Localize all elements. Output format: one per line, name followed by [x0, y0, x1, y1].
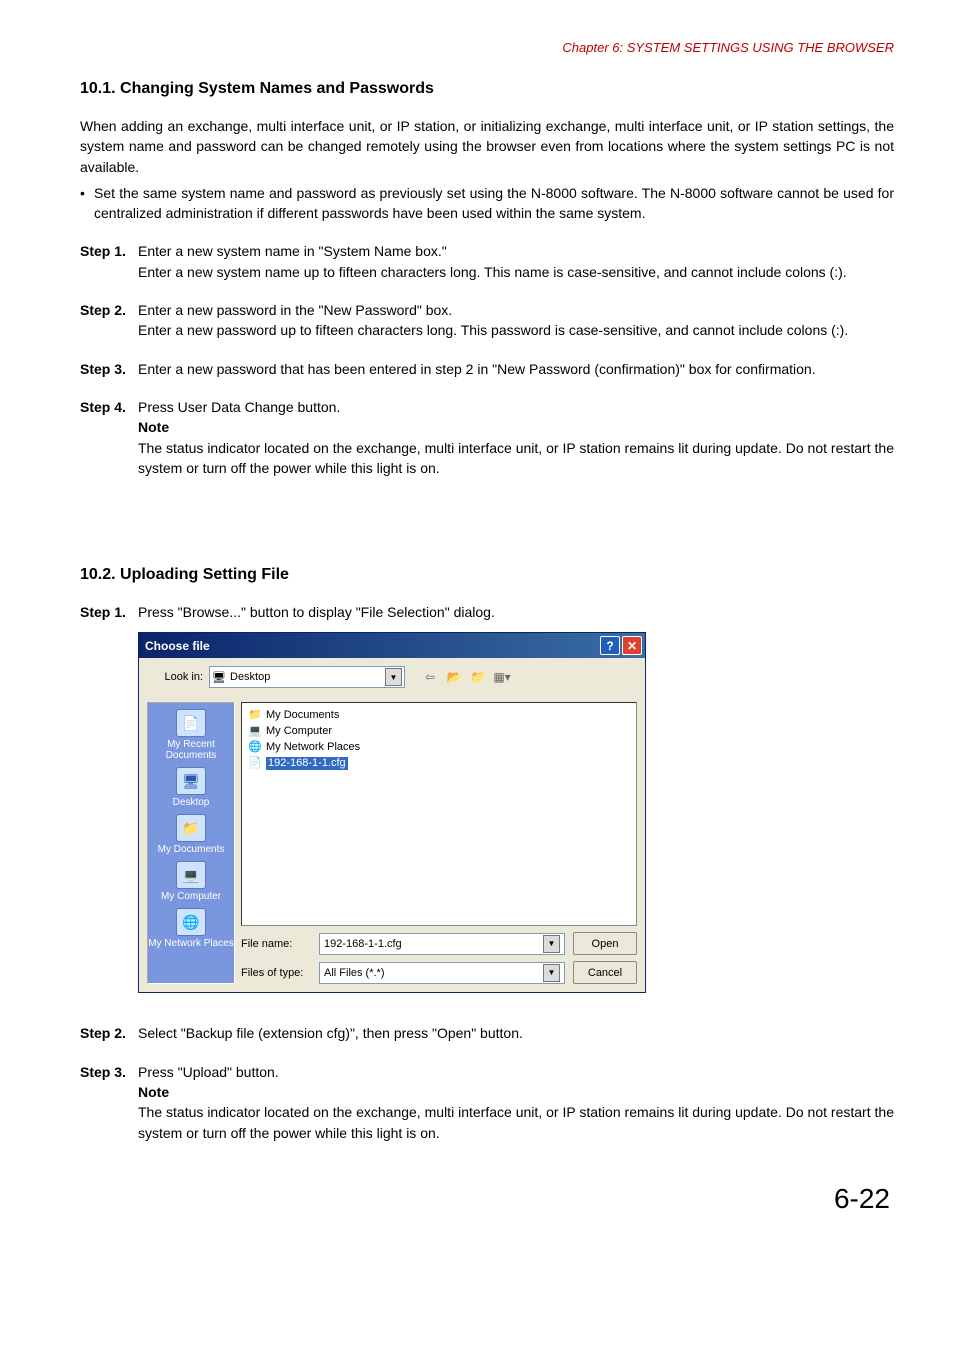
bullet-item: • Set the same system name and password …	[80, 183, 894, 224]
step-text: Enter a new password up to fifteen chara…	[138, 320, 894, 340]
desktop-icon: 🖥	[176, 767, 206, 795]
lookin-label: Look in:	[147, 671, 203, 683]
lookin-combo[interactable]: 🖥 Desktop ▼	[209, 666, 405, 688]
view-menu-icon[interactable]: ▦▾	[493, 668, 511, 686]
file-name: My Documents	[266, 709, 339, 722]
note-label: Note	[138, 417, 894, 437]
step-101-3: Step 3. Enter a new password that has be…	[80, 359, 894, 379]
section-101-title: 10.1. Changing System Names and Password…	[80, 80, 894, 98]
filename-label: File name:	[241, 938, 311, 950]
open-button[interactable]: Open	[573, 932, 637, 955]
step-text: Press "Browse..." button to display "Fil…	[138, 602, 894, 622]
cancel-button[interactable]: Cancel	[573, 961, 637, 984]
place-label: My Computer	[161, 891, 221, 902]
file-name: My Network Places	[266, 741, 360, 754]
step-label: Step 1.	[80, 241, 138, 282]
note-text: The status indicator located on the exch…	[138, 1102, 894, 1143]
computer-icon: 💻	[248, 724, 262, 738]
lookin-value: Desktop	[230, 671, 381, 683]
filetype-combo[interactable]: All Files (*.*) ▼	[319, 962, 565, 984]
section-102-title: 10.2. Uploading Setting File	[80, 566, 894, 584]
close-button[interactable]: ✕	[622, 636, 642, 655]
step-text: Enter a new password in the "New Passwor…	[138, 300, 894, 320]
list-item[interactable]: 📁 My Documents	[246, 707, 632, 723]
dialog-title: Choose file	[145, 639, 598, 653]
file-list[interactable]: 📁 My Documents 💻 My Computer 🌐 My Networ…	[241, 702, 637, 926]
file-name: My Computer	[266, 725, 332, 738]
step-102-2: Step 2. Select "Backup file (extension c…	[80, 1023, 894, 1043]
step-label: Step 3.	[80, 359, 138, 379]
list-item[interactable]: 📄 192-168-1-1.cfg	[246, 755, 632, 771]
step-label: Step 2.	[80, 300, 138, 341]
computer-icon: 💻	[176, 861, 206, 889]
note-label: Note	[138, 1082, 894, 1102]
place-network[interactable]: 🌐 My Network Places	[148, 908, 234, 949]
dropdown-icon[interactable]: ▼	[385, 668, 402, 686]
place-desktop[interactable]: 🖥 Desktop	[173, 767, 210, 808]
dialog-titlebar[interactable]: Choose file ? ✕	[139, 633, 645, 658]
note-text: The status indicator located on the exch…	[138, 438, 894, 479]
documents-icon: 📁	[176, 814, 206, 842]
file-name: 192-168-1-1.cfg	[266, 757, 348, 770]
place-label: My Network Places	[148, 938, 234, 949]
step-label: Step 1.	[80, 602, 138, 622]
new-folder-icon[interactable]: 📁	[469, 668, 487, 686]
place-documents[interactable]: 📁 My Documents	[158, 814, 225, 855]
filename-input[interactable]: 192-168-1-1.cfg ▼	[319, 933, 565, 955]
place-recent[interactable]: 📄 My Recent Documents	[148, 709, 234, 761]
step-102-1: Step 1. Press "Browse..." button to disp…	[80, 602, 894, 622]
bullet-text: Set the same system name and password as…	[94, 183, 894, 224]
step-101-4: Step 4. Press User Data Change button. N…	[80, 397, 894, 478]
filename-value: 192-168-1-1.cfg	[324, 938, 402, 950]
help-button[interactable]: ?	[600, 636, 620, 655]
places-bar: 📄 My Recent Documents 🖥 Desktop 📁 My Doc…	[147, 702, 235, 984]
network-icon: 🌐	[176, 908, 206, 936]
step-text: Select "Backup file (extension cfg)", th…	[138, 1023, 894, 1043]
place-label: My Documents	[158, 844, 225, 855]
page-number: 6-22	[80, 1183, 894, 1215]
dropdown-icon[interactable]: ▼	[543, 964, 560, 982]
intro-paragraph: When adding an exchange, multi interface…	[80, 116, 894, 177]
step-label: Step 3.	[80, 1062, 138, 1143]
place-label: Desktop	[173, 797, 210, 808]
dropdown-icon[interactable]: ▼	[543, 935, 560, 953]
step-text: Enter a new system name in "System Name …	[138, 241, 894, 261]
step-101-1: Step 1. Enter a new system name in "Syst…	[80, 241, 894, 282]
place-label: My Recent Documents	[148, 739, 234, 761]
file-dialog: Choose file ? ✕ Look in: 🖥 Desktop ▼ ⇦ 📂…	[138, 632, 646, 993]
step-text: Enter a new password that has been enter…	[138, 359, 894, 379]
list-item[interactable]: 💻 My Computer	[246, 723, 632, 739]
list-item[interactable]: 🌐 My Network Places	[246, 739, 632, 755]
filetype-value: All Files (*.*)	[324, 967, 385, 979]
step-label: Step 4.	[80, 397, 138, 478]
step-text: Press User Data Change button.	[138, 397, 894, 417]
folder-icon: 📁	[248, 708, 262, 722]
place-computer[interactable]: 💻 My Computer	[161, 861, 221, 902]
filetype-label: Files of type:	[241, 967, 311, 979]
step-102-3: Step 3. Press "Upload" button. Note The …	[80, 1062, 894, 1143]
network-icon: 🌐	[248, 740, 262, 754]
back-icon[interactable]: ⇦	[421, 668, 439, 686]
recent-icon: 📄	[176, 709, 206, 737]
step-text: Press "Upload" button.	[138, 1062, 894, 1082]
chapter-header: Chapter 6: SYSTEM SETTINGS USING THE BRO…	[80, 40, 894, 55]
step-label: Step 2.	[80, 1023, 138, 1043]
desktop-icon: 🖥	[212, 670, 226, 684]
step-text: Enter a new system name up to fifteen ch…	[138, 262, 894, 282]
bullet-marker: •	[80, 183, 94, 224]
file-icon: 📄	[248, 756, 262, 770]
up-icon[interactable]: 📂	[445, 668, 463, 686]
step-101-2: Step 2. Enter a new password in the "New…	[80, 300, 894, 341]
